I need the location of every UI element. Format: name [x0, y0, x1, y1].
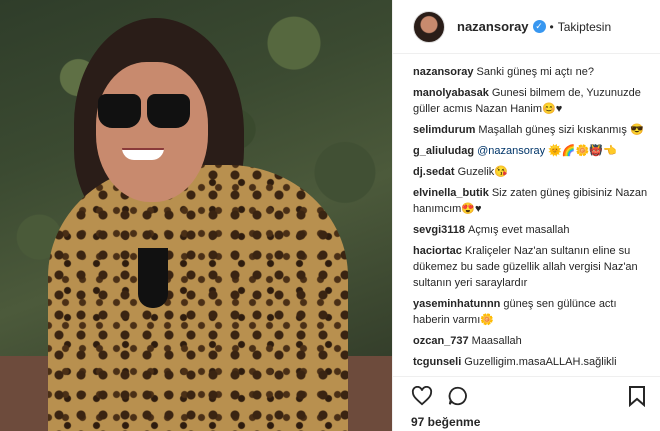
comment-item: dj.sedat Guzelik😘	[413, 164, 652, 180]
post-header: nazansoray ✓ • Takiptesin	[393, 0, 660, 54]
header-username[interactable]: nazansoray	[457, 19, 529, 34]
comment-item: yaseminhatunnn güneş sen gülünce actı hab…	[413, 296, 652, 328]
action-icons	[411, 385, 646, 407]
comment-username[interactable]: tcgunseli	[413, 356, 461, 368]
comment-username[interactable]: nazansoray	[413, 66, 474, 78]
sunglasses	[98, 94, 190, 128]
comment-item: g_aliuludag @nazansoray 🌞🌈🌼👹👈	[413, 143, 652, 159]
comment-item: selimdurum Maşallah güneş sizi kıskanmış …	[413, 122, 652, 138]
verified-icon: ✓	[532, 20, 546, 33]
comment-item: tcgunseli Guzelligim.masaALLAH.sağlikli	[413, 354, 652, 370]
smile	[122, 148, 164, 160]
post-photo[interactable]	[0, 0, 392, 431]
comment-icon[interactable]	[447, 385, 469, 407]
comment-item: elvinella_butik Siz zaten güneş gibisiniz…	[413, 185, 652, 217]
comment-username[interactable]: manolyabasak	[413, 87, 489, 99]
instagram-post: nazansoray ✓ • Takiptesin nazansoray Sank…	[0, 0, 660, 431]
comment-username[interactable]: g_aliuludag	[413, 145, 474, 157]
comment-username[interactable]: sevgi3118	[413, 224, 465, 236]
heart-icon[interactable]	[411, 386, 433, 406]
comment-item: ozcan_737 Maasallah	[413, 333, 652, 349]
bookmark-icon[interactable]	[628, 385, 646, 407]
follow-status-button[interactable]: Takiptesin	[558, 20, 611, 34]
header-separator: •	[549, 19, 554, 34]
avatar[interactable]	[413, 10, 445, 43]
post-sidebar: nazansoray ✓ • Takiptesin nazansoray Sank…	[392, 0, 660, 431]
comment-username[interactable]: haciortac	[413, 245, 462, 257]
comment-item: sevgi3118 Açmış evet masallah	[413, 222, 652, 238]
likes-count[interactable]: 97 beğenme	[411, 415, 646, 429]
comment-text: Açmış evet masallah	[468, 224, 570, 236]
comment-text: 🌞🌈🌼👹👈	[545, 145, 617, 157]
comment-text: Maşallah güneş sizi kıskanmış 😎	[478, 124, 644, 136]
photo-face	[96, 62, 208, 202]
comment-list[interactable]: nazansoray Sanki güneş mi açtı ne? manoly…	[413, 64, 652, 374]
post-actions: 97 beğenme	[393, 376, 660, 431]
comment-item: nazansoray Sanki güneş mi açtı ne?	[413, 64, 652, 80]
comment-username[interactable]: dj.sedat	[413, 166, 455, 178]
comment-username[interactable]: yaseminhatunnn	[413, 298, 500, 310]
comment-username[interactable]: elvinella_butik	[413, 187, 489, 199]
comment-username[interactable]: ozcan_737	[413, 335, 469, 347]
comment-text: Guzelik😘	[457, 166, 508, 178]
black-shirt	[138, 248, 168, 308]
comment-item: haciortac Kraliçeler Naz'an sultanın elin…	[413, 243, 652, 291]
leopard-coat	[48, 165, 348, 431]
comment-text: Maasallah	[471, 335, 522, 347]
comment-username[interactable]: selimdurum	[413, 124, 475, 136]
comment-mention[interactable]: @nazansoray	[477, 145, 545, 157]
comment-text: Guzelligim.masaALLAH.sağlikli	[464, 356, 617, 368]
comment-item: manolyabasak Gunesi bilmem de, Yuzunuzde …	[413, 85, 652, 117]
comment-text: Sanki güneş mi açtı ne?	[476, 66, 594, 78]
